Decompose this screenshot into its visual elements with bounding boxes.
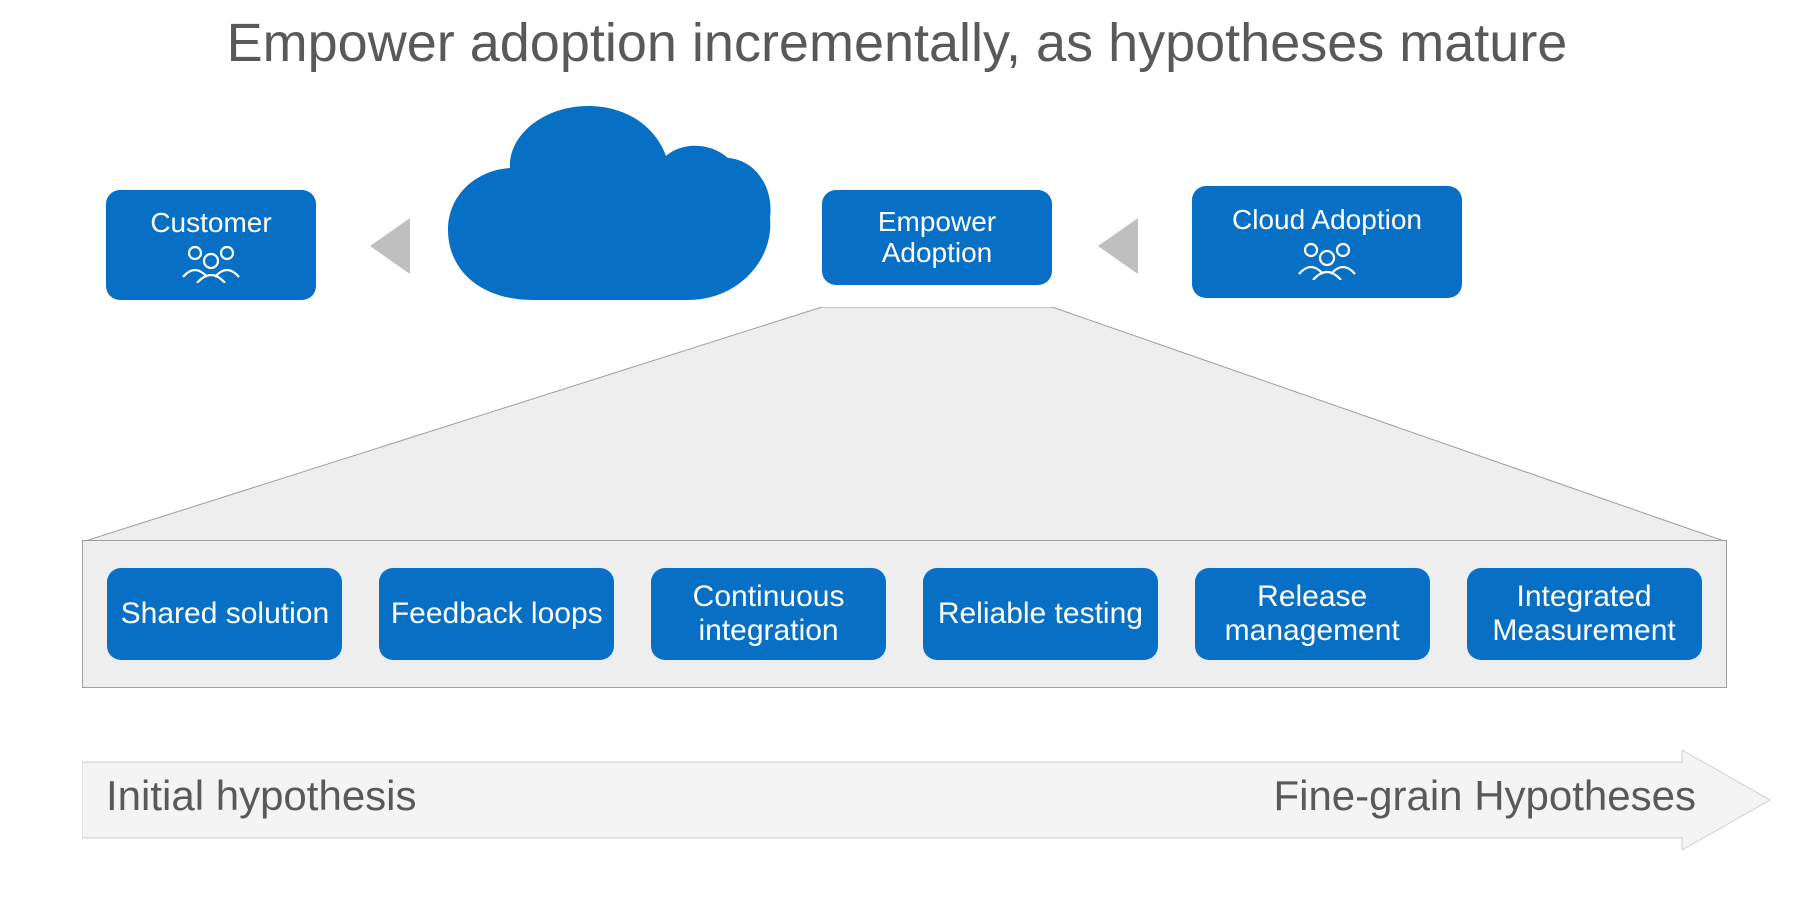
- detail-integrated-measurement: Integrated Measurement: [1467, 568, 1702, 660]
- detail-feedback-loops: Feedback loops: [379, 568, 614, 660]
- detail-bar: Shared solution Feedback loops Continuou…: [82, 540, 1727, 688]
- node-customer-label: Customer: [150, 207, 271, 239]
- cloud-icon: [438, 100, 778, 320]
- detail-shared-solution: Shared solution: [107, 568, 342, 660]
- people-icon: [177, 243, 245, 283]
- people-icon: [1293, 240, 1361, 280]
- node-empower-label: EmpowerAdoption: [878, 207, 996, 269]
- diagram-title: Empower adoption incrementally, as hypot…: [0, 12, 1794, 74]
- node-customer: Customer: [106, 190, 316, 300]
- detail-continuous-integration: Continuous integration: [651, 568, 886, 660]
- arrow-left-icon: [370, 218, 410, 274]
- node-cloud-adoption: Cloud Adoption: [1192, 186, 1462, 298]
- detail-reliable-testing: Reliable testing: [923, 568, 1158, 660]
- node-cloud-adoption-label: Cloud Adoption: [1232, 204, 1422, 236]
- arrow-left-icon: [1098, 218, 1138, 274]
- hypothesis-arrow: [82, 750, 1770, 850]
- detail-release-management: Release management: [1195, 568, 1430, 660]
- expander-trapezoid: [82, 307, 1727, 542]
- node-empower-adoption: EmpowerAdoption: [822, 190, 1052, 285]
